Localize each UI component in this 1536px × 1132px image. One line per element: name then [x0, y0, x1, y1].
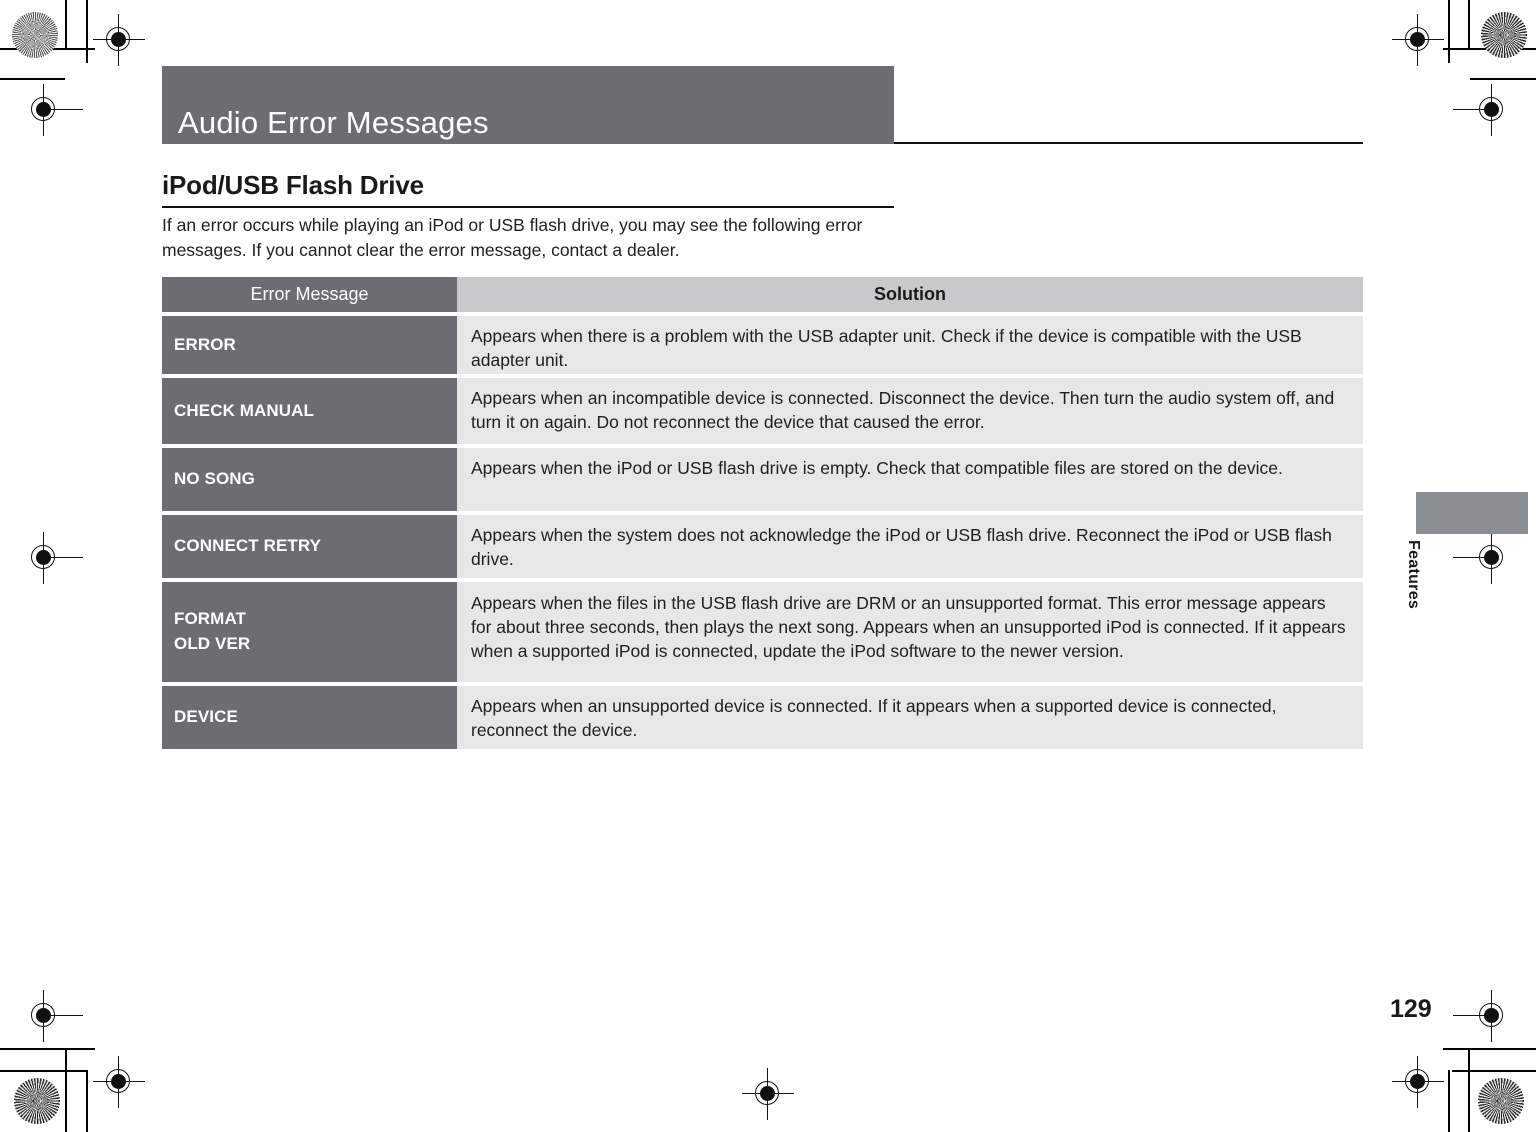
table-row: FORMAT OLD VER Appears when the files in… — [162, 582, 1363, 682]
crop-mark-top-left-v1 — [65, 0, 67, 48]
error-messages-table: Error Message Solution ERROR Appears whe… — [162, 277, 1363, 749]
registration-mark-right-upper — [1453, 84, 1518, 136]
solution-cell: Appears when an incompatible device is c… — [457, 378, 1363, 444]
crop-mark-top-left-h1 — [0, 48, 95, 50]
error-message-label: CHECK MANUAL — [174, 400, 315, 420]
error-message-label: FORMAT — [174, 609, 247, 629]
registration-mark-right-middle — [1453, 532, 1518, 584]
error-message-cell: FORMAT OLD VER — [162, 582, 457, 682]
crop-mark-top-right-h2 — [1470, 78, 1536, 80]
error-message-cell: NO SONG — [162, 448, 457, 511]
registration-mark-left-lower — [18, 990, 83, 1042]
crop-mark-top-left-v2 — [86, 0, 88, 63]
registration-mark-top-left-outer — [93, 14, 145, 66]
registration-mark-top-right-outer — [1392, 14, 1444, 66]
print-target-top-right — [1481, 12, 1527, 58]
solution-cell: Appears when the iPod or USB flash drive… — [457, 448, 1363, 511]
error-message-cell: CONNECT RETRY — [162, 515, 457, 578]
error-message-label: DEVICE — [174, 707, 238, 727]
crop-mark-bottom-right-h1 — [1443, 1048, 1536, 1050]
crop-mark-bottom-right-v1 — [1468, 1048, 1470, 1132]
page-number: 129 — [1390, 995, 1432, 1023]
error-message-label-group: FORMAT OLD VER — [174, 607, 250, 656]
error-message-label: NO SONG — [174, 469, 255, 489]
error-message-cell: DEVICE — [162, 686, 457, 749]
crop-mark-bottom-left-v2 — [86, 1070, 88, 1132]
table-row: DEVICE Appears when an unsupported devic… — [162, 686, 1363, 749]
error-message-cell: CHECK MANUAL — [162, 378, 457, 444]
print-target-bottom-left — [14, 1078, 60, 1124]
intro-paragraph: If an error occurs while playing an iPod… — [162, 215, 863, 260]
crop-mark-top-right-v2 — [1448, 0, 1450, 63]
crop-mark-bottom-right-h2 — [1452, 1070, 1536, 1072]
registration-mark-left-upper — [18, 84, 83, 136]
column-header-solution: Solution — [457, 277, 1363, 312]
crop-mark-top-right-v1 — [1468, 0, 1470, 48]
registration-mark-left-middle — [18, 532, 83, 584]
crop-mark-bottom-left-h1 — [0, 1048, 95, 1050]
table-row: NO SONG Appears when the iPod or USB fla… — [162, 448, 1363, 511]
section-tab-block — [1416, 492, 1528, 534]
registration-mark-right-lower — [1453, 990, 1518, 1042]
crop-mark-bottom-left-v1 — [65, 1048, 67, 1132]
registration-mark-bottom-left-outer — [93, 1056, 145, 1108]
section-subtitle: iPod/USB Flash Drive — [162, 170, 424, 200]
page-title-band: Audio Error Messages — [162, 66, 894, 144]
table-row: ERROR Appears when there is a problem wi… — [162, 316, 1363, 374]
registration-mark-bottom-center — [742, 1068, 794, 1120]
crop-mark-bottom-left-h2 — [0, 1070, 86, 1072]
error-message-label: ERROR — [174, 334, 236, 354]
table-row: CHECK MANUAL Appears when an incompatibl… — [162, 378, 1363, 444]
section-tab-label: Features — [1405, 540, 1422, 610]
error-message-cell: ERROR — [162, 316, 457, 374]
crop-mark-bottom-right-v2 — [1448, 1070, 1450, 1132]
crop-mark-top-right-h1 — [1443, 48, 1536, 50]
subtitle-rule — [162, 206, 894, 208]
column-header-error-message: Error Message — [162, 277, 457, 312]
solution-cell: Appears when an unsupported device is co… — [457, 686, 1363, 749]
solution-cell: Appears when the files in the USB flash … — [457, 582, 1363, 682]
print-target-top-left — [12, 12, 58, 58]
solution-cell: Appears when the system does not acknowl… — [457, 515, 1363, 578]
solution-cell: Appears when there is a problem with the… — [457, 316, 1363, 374]
title-rule — [894, 142, 1363, 144]
crop-mark-top-left-h2 — [0, 78, 65, 80]
error-message-label: CONNECT RETRY — [174, 536, 322, 556]
table-header-row: Error Message Solution — [162, 277, 1363, 312]
page-title: Audio Error Messages — [178, 105, 489, 140]
print-target-bottom-right — [1478, 1078, 1524, 1124]
error-message-label-secondary: OLD VER — [174, 634, 251, 653]
registration-mark-bottom-right-outer — [1392, 1056, 1444, 1108]
table-row: CONNECT RETRY Appears when the system do… — [162, 515, 1363, 578]
